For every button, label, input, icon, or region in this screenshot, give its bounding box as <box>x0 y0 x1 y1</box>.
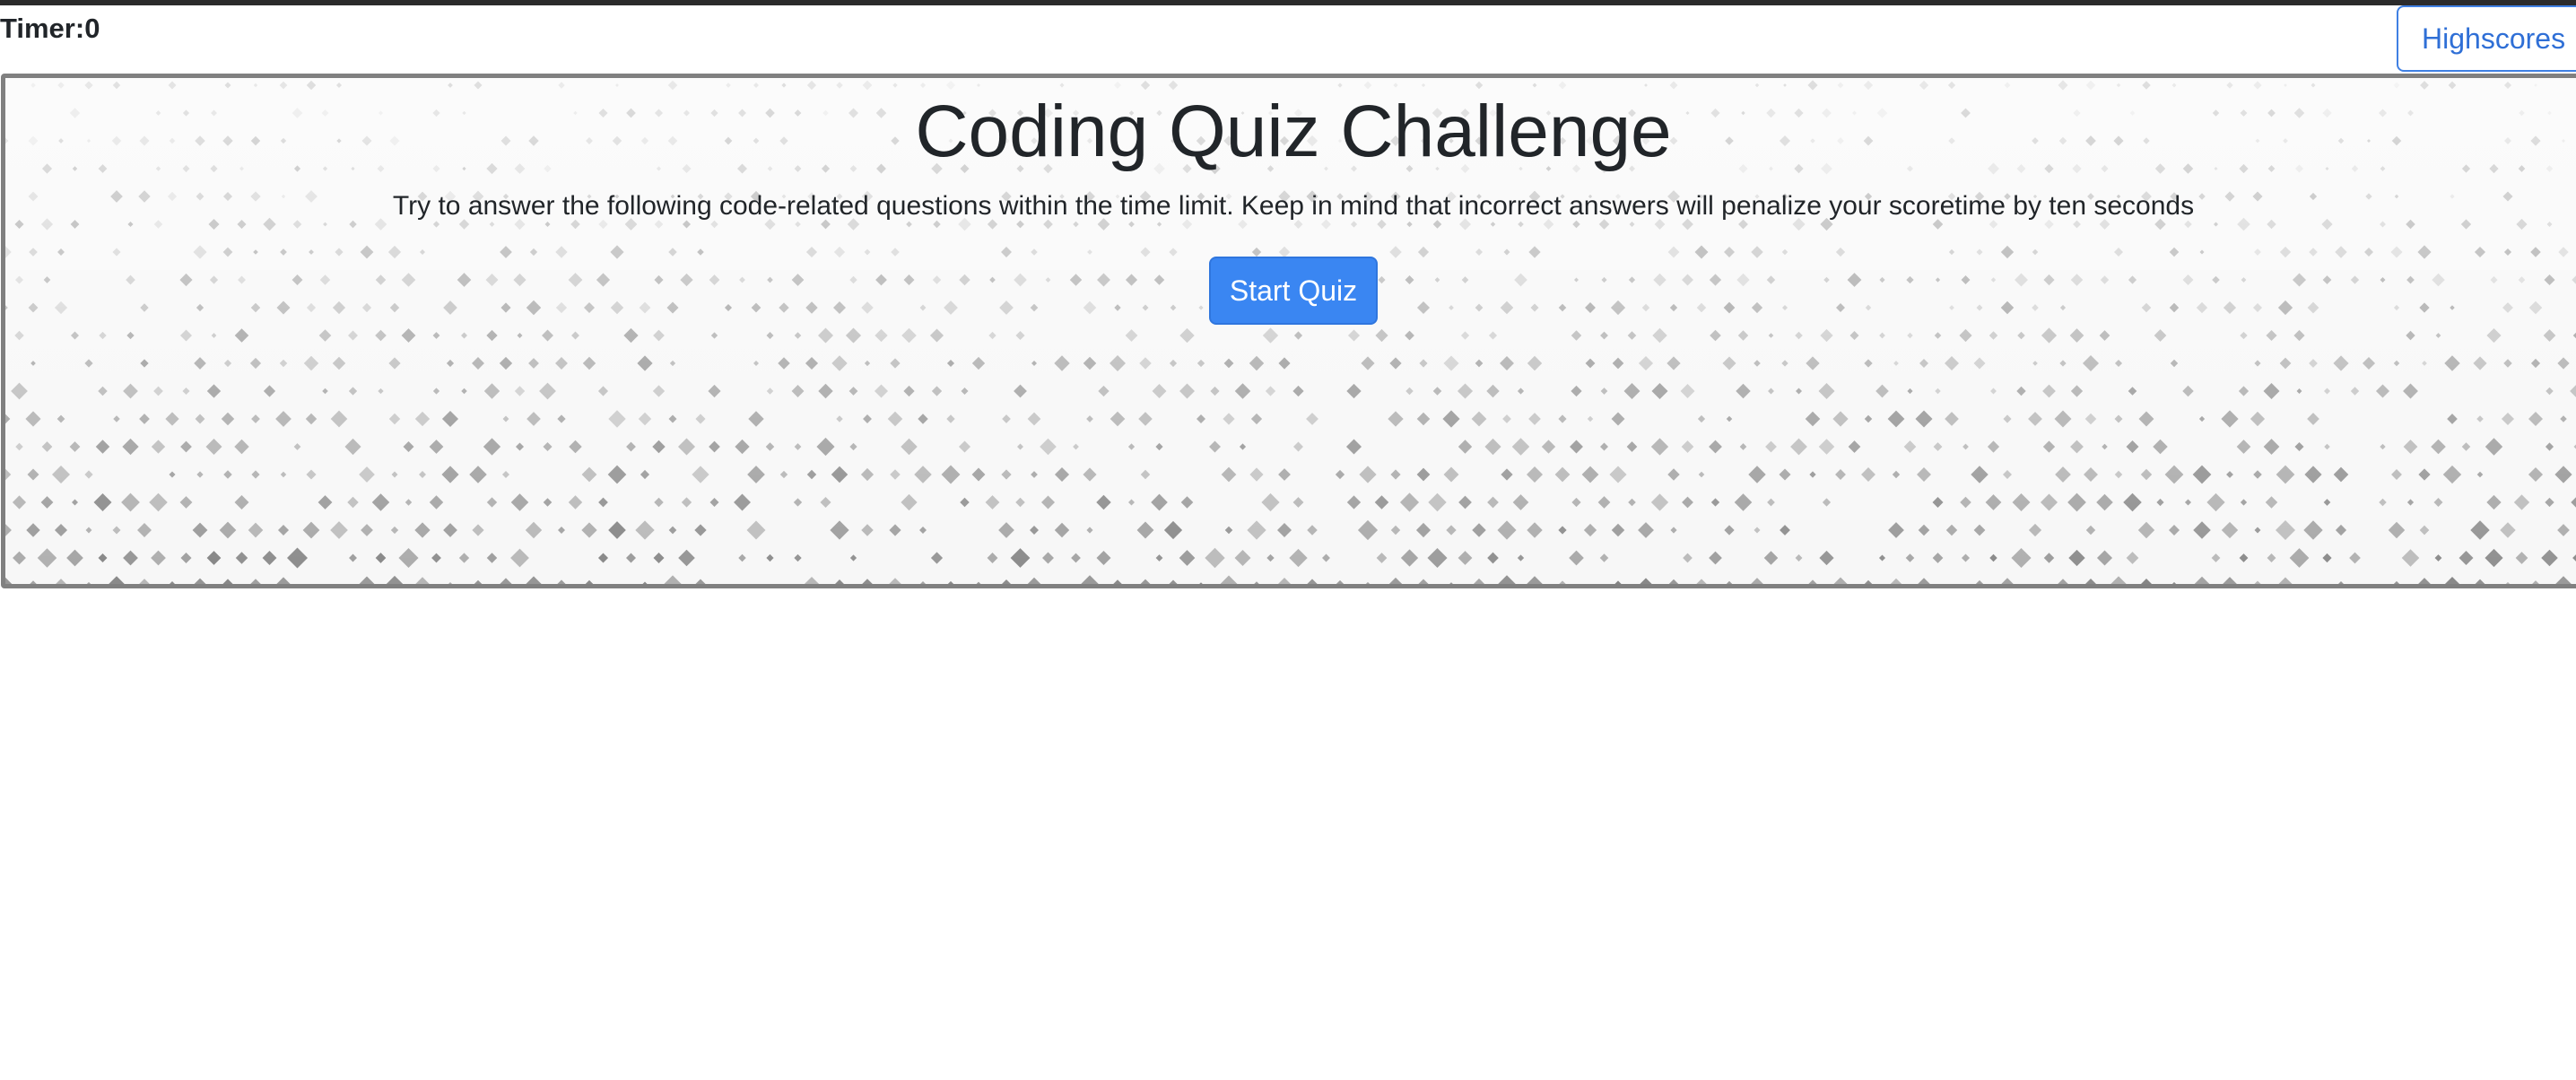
hero-content: Coding Quiz Challenge Try to answer the … <box>5 78 2576 325</box>
top-border-bar <box>0 0 2576 5</box>
highscores-button[interactable]: Highscores <box>2397 5 2576 72</box>
quiz-intro-panel: Coding Quiz Challenge Try to answer the … <box>1 74 2576 588</box>
start-quiz-button[interactable]: Start Quiz <box>1209 257 1378 325</box>
timer-display: Timer:0 <box>0 11 100 47</box>
timer-value: 0 <box>84 13 100 44</box>
page-title: Coding Quiz Challenge <box>915 91 1672 172</box>
timer-label: Timer: <box>0 13 85 44</box>
quiz-instructions: Try to answer the following code-related… <box>392 191 2195 221</box>
